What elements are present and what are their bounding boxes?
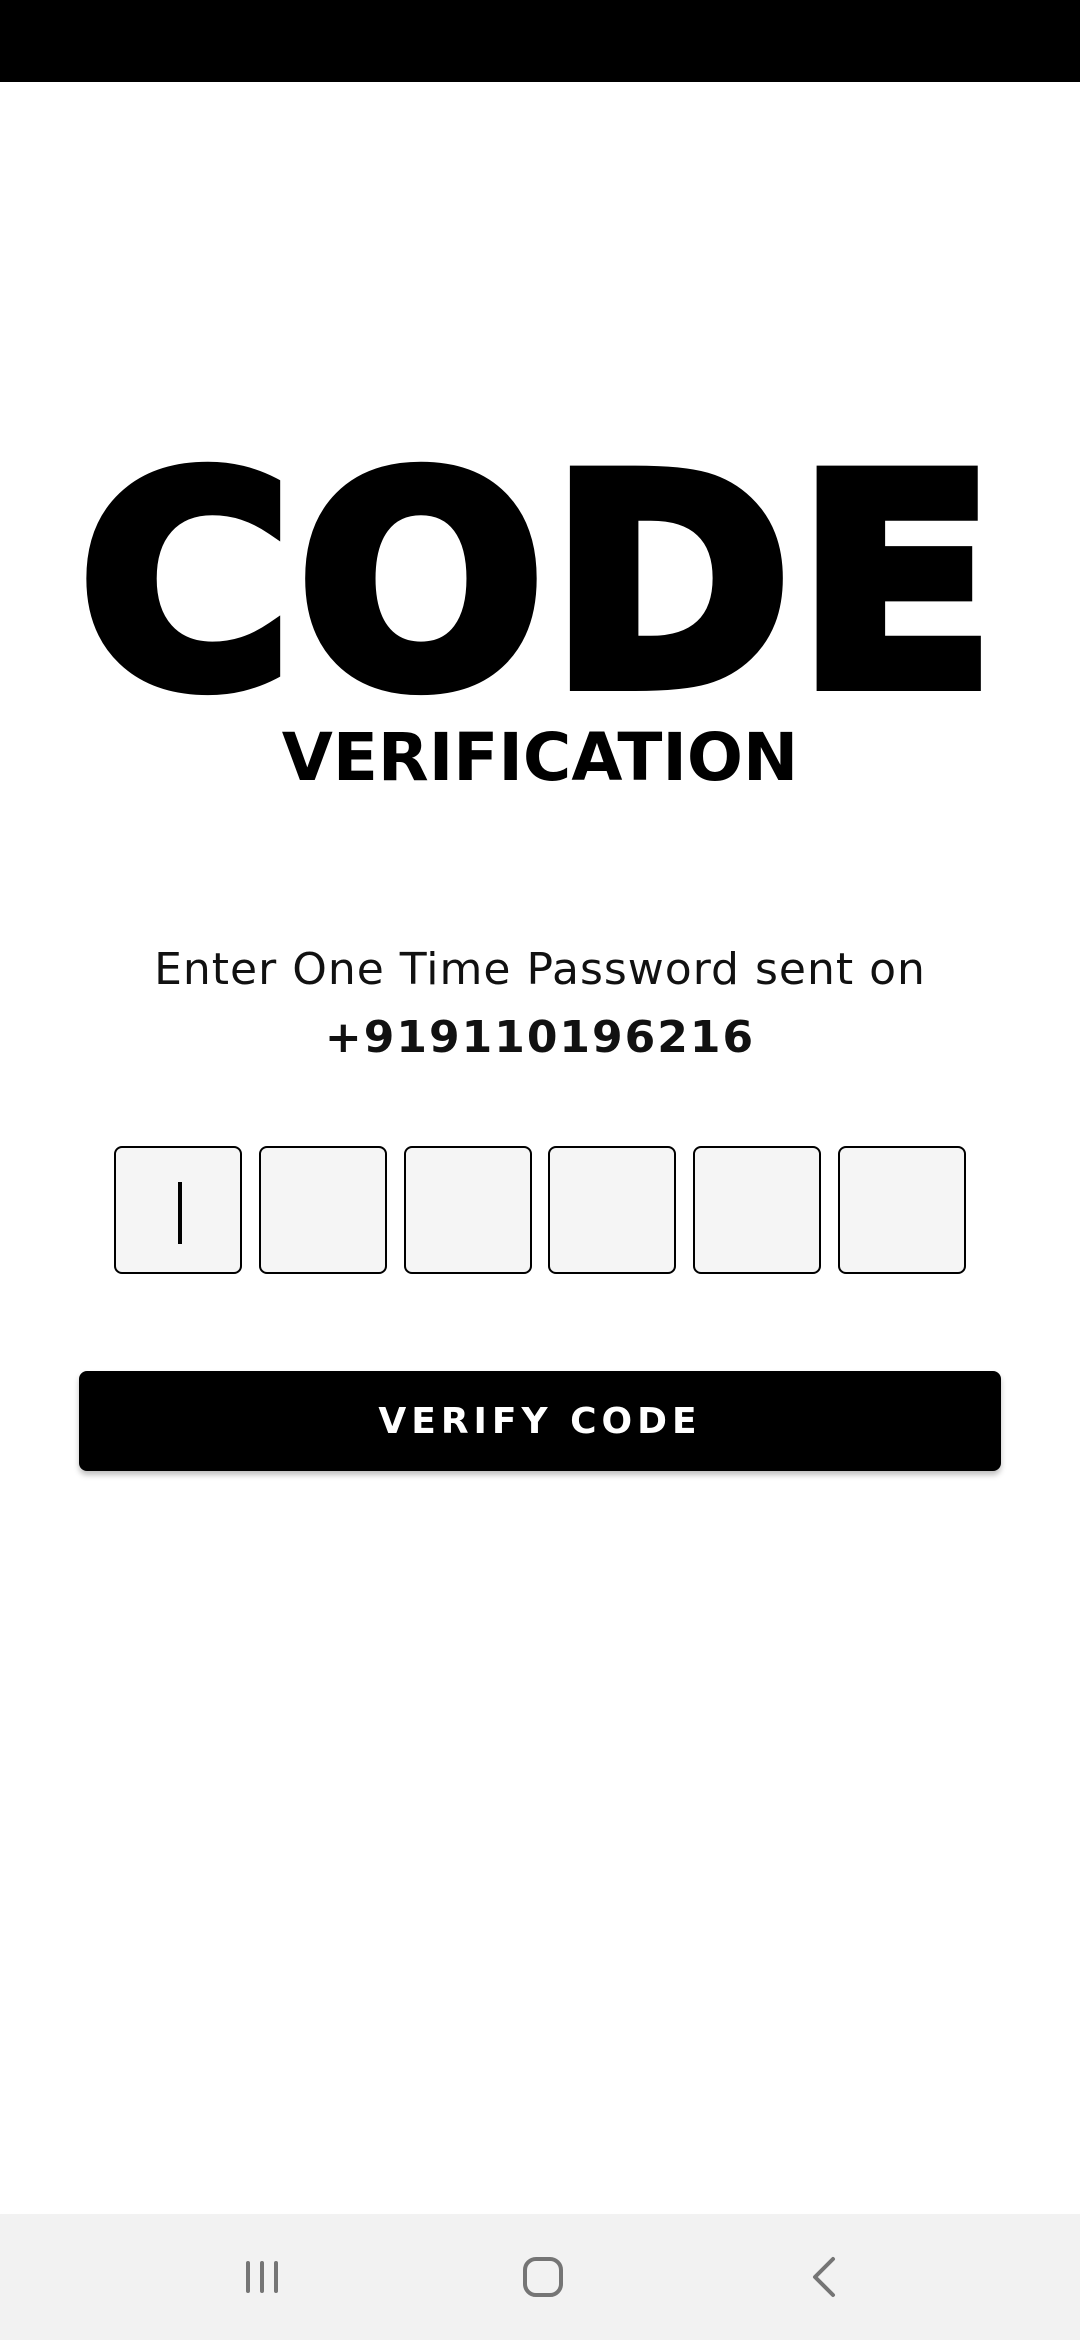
- status-bar: [0, 0, 1080, 82]
- otp-input-group: [114, 1146, 966, 1276]
- instruction-text: Enter One Time Password sent on +9191101…: [60, 936, 1020, 1072]
- recents-icon: [246, 2261, 278, 2293]
- verify-code-button[interactable]: VERIFY CODE: [79, 1371, 1001, 1471]
- back-button[interactable]: [765, 2234, 885, 2320]
- verify-code-label: VERIFY CODE: [378, 1400, 702, 1442]
- home-icon: [523, 2257, 563, 2297]
- otp-digit-6[interactable]: [837, 1146, 966, 1274]
- phone-number: +919110196216: [324, 1012, 756, 1063]
- page-title: CODE: [72, 416, 1002, 753]
- otp-digit-4[interactable]: [548, 1146, 677, 1274]
- otp-digit-2[interactable]: [258, 1146, 387, 1274]
- recents-button[interactable]: [202, 2234, 322, 2320]
- text-cursor: [178, 1182, 182, 1244]
- otp-verification-screen: CODE VERIFICATION Enter One Time Passwor…: [0, 0, 1080, 2340]
- otp-digit-5[interactable]: [693, 1146, 822, 1274]
- otp-digit-1[interactable]: [114, 1146, 242, 1274]
- instruction-message: Enter One Time Password sent on: [154, 944, 926, 995]
- page-subtitle: VERIFICATION: [281, 719, 799, 796]
- system-navigation-bar: [0, 2214, 1080, 2340]
- back-icon: [813, 2257, 835, 2297]
- home-button[interactable]: [483, 2234, 603, 2320]
- otp-digit-3[interactable]: [403, 1146, 532, 1274]
